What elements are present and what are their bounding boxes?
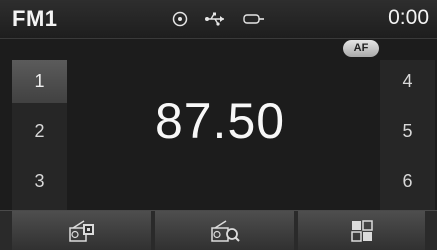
status-bar: FM1 0:00 bbox=[0, 0, 437, 39]
aux-icon bbox=[242, 11, 266, 27]
preset-button-6[interactable]: 6 bbox=[380, 160, 435, 203]
band-label[interactable]: FM1 bbox=[12, 6, 58, 32]
status-icons bbox=[172, 10, 266, 28]
preset-button-4[interactable]: 4 bbox=[380, 60, 435, 103]
radio-presets-button[interactable] bbox=[12, 211, 151, 250]
preset-button-2[interactable]: 2 bbox=[12, 110, 67, 153]
radio-scan-icon bbox=[209, 219, 241, 243]
menu-grid-button[interactable] bbox=[298, 211, 425, 250]
frequency-display: 87.50 bbox=[154, 93, 286, 149]
disc-icon bbox=[172, 11, 188, 27]
softkey-bar bbox=[0, 210, 437, 250]
radio-presets-icon bbox=[67, 219, 97, 243]
af-badge[interactable]: AF bbox=[343, 40, 379, 57]
preset-button-5[interactable]: 5 bbox=[380, 110, 435, 153]
usb-icon bbox=[204, 11, 226, 27]
preset-button-1[interactable]: 1 bbox=[12, 60, 67, 103]
preset-button-3[interactable]: 3 bbox=[12, 160, 67, 203]
radio-screen: FM1 0:00 AF 1 2 3 4 5 6 87.50 bbox=[0, 0, 437, 250]
menu-grid-icon bbox=[350, 220, 373, 242]
radio-scan-button[interactable] bbox=[155, 211, 294, 250]
clock: 0:00 bbox=[388, 6, 429, 29]
